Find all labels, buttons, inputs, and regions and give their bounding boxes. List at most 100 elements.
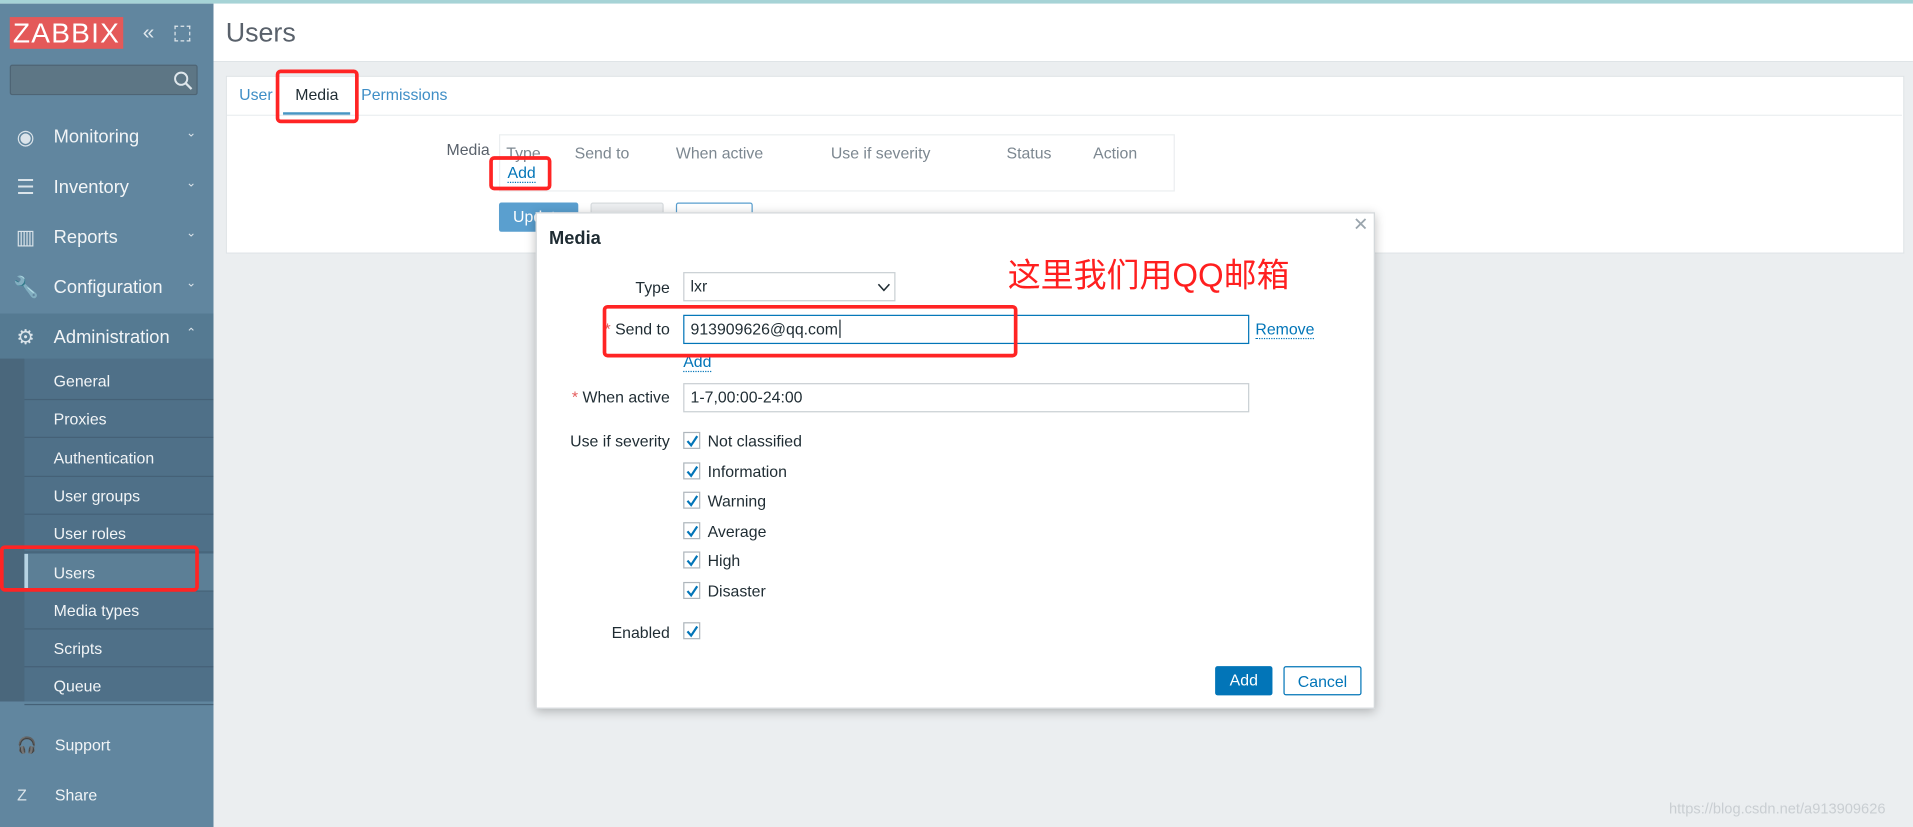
- severity-checkbox[interactable]: [683, 431, 701, 449]
- submenu-item-general[interactable]: General: [24, 362, 214, 401]
- type-label: Type: [635, 278, 670, 297]
- media-label: Media: [446, 140, 490, 159]
- submenu-item-label: User groups: [53, 486, 141, 505]
- severity-checkbox[interactable]: [683, 581, 701, 600]
- watermark: https://blog.csdn.net/a913909626: [1668, 800, 1886, 818]
- tab-user[interactable]: User: [239, 85, 272, 103]
- annotation-text: 这里我们用QQ邮箱: [1007, 257, 1290, 295]
- severity-checkbox[interactable]: [683, 491, 701, 509]
- sidebar-item-share[interactable]: Z Share: [0, 773, 214, 817]
- required-marker: *: [571, 387, 583, 407]
- highlight-box-media-tab: [275, 69, 359, 124]
- sidebar-item-support[interactable]: 🎧 Support: [0, 723, 214, 767]
- chevron-down-icon: ⌄: [186, 176, 197, 191]
- submenu-item-user-groups[interactable]: User groups: [24, 477, 214, 515]
- submenu-item-authentication[interactable]: Authentication: [24, 439, 214, 477]
- search-icon[interactable]: [173, 71, 193, 91]
- check-icon: [686, 625, 699, 638]
- submenu-item-proxies[interactable]: Proxies: [24, 401, 214, 439]
- wrench-icon: 🔧: [13, 275, 40, 299]
- chevron-down-icon: ⌄: [186, 276, 197, 291]
- highlight-box-users: [0, 545, 199, 592]
- submenu-indent: [0, 358, 25, 702]
- type-select[interactable]: lxr: [683, 272, 896, 302]
- check-icon: [686, 585, 699, 598]
- submenu-item-scripts[interactable]: Scripts: [24, 630, 214, 668]
- when-active-label: * When active: [511, 388, 670, 406]
- check-icon: [686, 435, 699, 448]
- check-icon: [686, 555, 699, 568]
- when-active-input[interactable]: 1-7,00:00-24:00: [683, 383, 1250, 413]
- remove-link[interactable]: Remove: [1255, 320, 1315, 340]
- close-icon[interactable]: ✕: [1353, 214, 1368, 236]
- severity-checkbox-label[interactable]: Disaster: [708, 582, 766, 600]
- sidebar-item-label: Configuration: [53, 276, 163, 298]
- sidebar-item-label: Inventory: [53, 176, 129, 198]
- chevron-down-icon: ⌄: [186, 126, 197, 141]
- column-header: When active: [675, 143, 764, 163]
- bar-chart-icon: ▥: [15, 225, 36, 249]
- submenu-item-label: Queue: [53, 677, 102, 696]
- enabled-checkbox[interactable]: [683, 622, 701, 640]
- submenu-item-label: General: [53, 372, 111, 391]
- submenu-item-label: Scripts: [53, 639, 103, 658]
- page-title: Users: [225, 17, 296, 48]
- column-header: Action: [1093, 143, 1138, 163]
- sidebar-item-configuration[interactable]: 🔧 Configuration ⌄: [0, 264, 214, 313]
- severity-checkbox[interactable]: [683, 461, 701, 479]
- submenu-item-media-types[interactable]: Media types: [24, 591, 214, 630]
- sidebar-item-administration[interactable]: ⚙ Administration ⌃: [0, 313, 214, 363]
- submenu-item-label: Media types: [53, 601, 140, 620]
- severity-checkbox-label[interactable]: Average: [708, 522, 767, 540]
- when-active-label-text: When active: [582, 387, 670, 407]
- type-select-value: lxr: [690, 276, 708, 296]
- sidebar-item-label: Reports: [53, 226, 118, 248]
- gear-icon: ⚙: [16, 325, 35, 349]
- check-icon: [686, 465, 699, 478]
- sidebar-item-reports[interactable]: ▥ Reports ⌄: [0, 214, 214, 263]
- sidebar-item-label: Support: [54, 735, 111, 754]
- media-table: [498, 134, 1175, 192]
- severity-checkbox[interactable]: [683, 551, 701, 569]
- severity-label: Use if severity: [570, 431, 670, 451]
- check-icon: [686, 495, 699, 508]
- page-header: [213, 3, 1913, 63]
- headset-icon: 🎧: [17, 735, 37, 754]
- severity-checkbox-label[interactable]: High: [708, 552, 741, 570]
- severity-checkbox-label[interactable]: Information: [708, 462, 787, 480]
- chevron-up-icon: ⌃: [186, 326, 197, 341]
- sidebar-item-label: Administration: [53, 326, 170, 348]
- dialog-title: Media: [549, 228, 601, 249]
- sidebar-item-inventory[interactable]: ☰ Inventory ⌄: [0, 163, 214, 212]
- collapse-sidebar-icon[interactable]: «: [143, 21, 155, 45]
- kiosk-mode-icon[interactable]: [174, 25, 191, 42]
- column-header: Status: [1006, 143, 1052, 163]
- sidebar-item-monitoring[interactable]: ◉ Monitoring ⌄: [0, 113, 214, 162]
- zabbix-share-icon: Z: [17, 785, 27, 804]
- sidebar-search-input[interactable]: [9, 64, 198, 96]
- severity-checkbox-label[interactable]: Warning: [708, 492, 766, 510]
- sidebar-item-label: Share: [54, 785, 98, 804]
- chevron-down-icon: [877, 283, 890, 292]
- tab-permissions[interactable]: Permissions: [361, 85, 447, 103]
- column-header: Use if severity: [830, 143, 931, 163]
- severity-checkbox[interactable]: [683, 521, 701, 539]
- submenu-item-label: User roles: [53, 524, 126, 544]
- divider: [226, 114, 1902, 116]
- submenu-item-queue[interactable]: Queue: [24, 668, 214, 706]
- list-icon: ☰: [16, 175, 35, 199]
- zabbix-logo[interactable]: ZABBIX: [9, 17, 124, 49]
- chevron-down-icon: ⌄: [186, 226, 197, 241]
- submenu-item-label: Proxies: [53, 410, 107, 429]
- submenu-item-label: Authentication: [53, 448, 155, 467]
- highlight-box-add-link: [489, 156, 552, 191]
- column-header: Send to: [574, 143, 630, 163]
- severity-checkbox-label[interactable]: Not classified: [708, 432, 802, 450]
- sidebar-item-label: Monitoring: [53, 126, 140, 148]
- cancel-button[interactable]: Cancel: [1283, 666, 1362, 696]
- add-button[interactable]: Add: [1215, 666, 1273, 696]
- eye-icon: ◉: [16, 125, 35, 149]
- enabled-label: Enabled: [611, 623, 670, 642]
- highlight-box-send-to: [602, 305, 1018, 358]
- check-icon: [686, 525, 699, 538]
